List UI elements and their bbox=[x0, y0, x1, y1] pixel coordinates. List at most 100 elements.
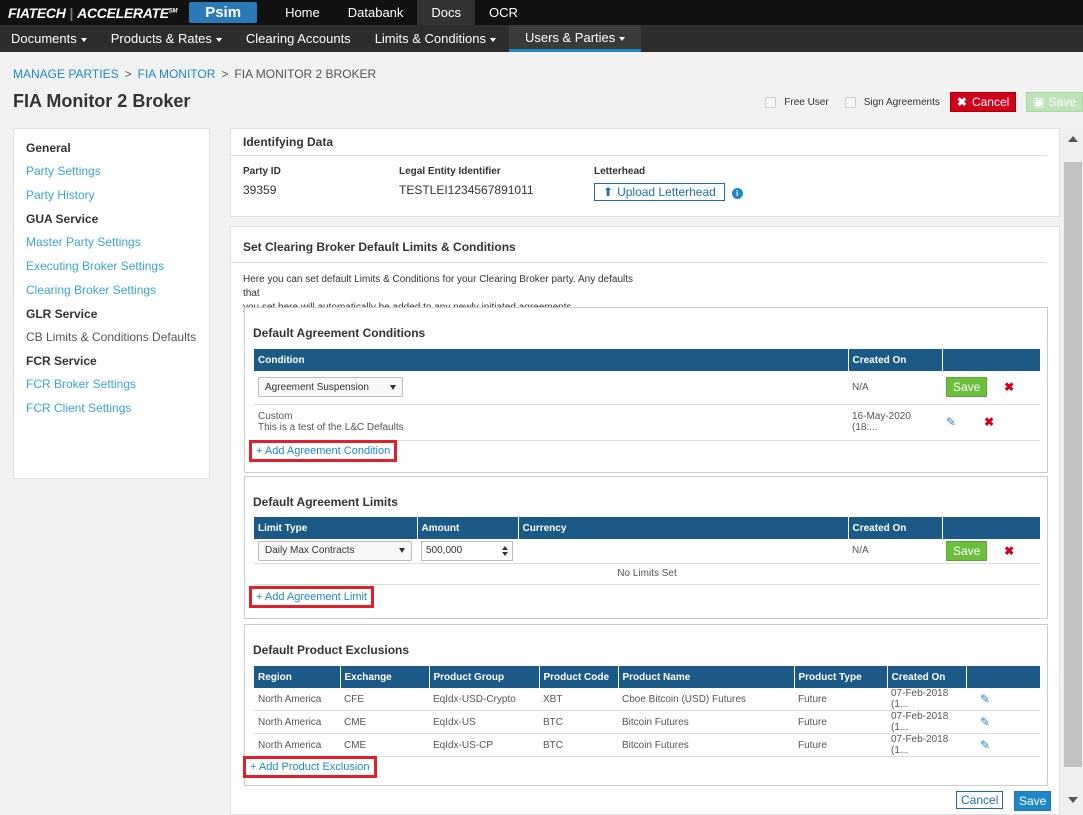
col-condition: Condition bbox=[254, 349, 849, 371]
edit-icon[interactable]: ✎ bbox=[980, 692, 990, 706]
upload-letterhead-button[interactable]: ⬆ Upload Letterhead bbox=[594, 183, 725, 201]
scroll-down-icon[interactable] bbox=[1068, 797, 1078, 803]
scroll-up-icon[interactable] bbox=[1068, 136, 1078, 142]
no-limits-message: No Limits Set bbox=[254, 563, 1040, 585]
page-scrollbar[interactable] bbox=[1063, 128, 1083, 815]
conditions-title: Default Agreement Conditions bbox=[253, 326, 426, 340]
add-agreement-limit-link[interactable]: + Add Agreement Limit bbox=[249, 586, 374, 608]
add-product-exclusion-link[interactable]: + Add Product Exclusion bbox=[243, 756, 377, 778]
nav-clearing-accounts[interactable]: Clearing Accounts bbox=[235, 25, 362, 52]
conditions-section: Default Agreement Conditions Condition C… bbox=[244, 307, 1048, 473]
arrow-up-icon[interactable] bbox=[502, 545, 508, 550]
breadcrumb-fia-monitor[interactable]: FIA MONITOR bbox=[138, 67, 216, 81]
cancel-button[interactable]: ✖ Cancel bbox=[949, 92, 1017, 112]
footer-cancel-button[interactable]: Cancel bbox=[956, 791, 1004, 809]
col-product-name: Product Name bbox=[618, 666, 795, 688]
col-created-on: Created On bbox=[848, 517, 943, 539]
sidebar-item-clearing-broker[interactable]: Clearing Broker Settings bbox=[26, 283, 209, 297]
amount-stepper[interactable]: 500,000 bbox=[421, 540, 513, 561]
fiatech-logo[interactable]: FIATECH | ACCELERATESM bbox=[0, 4, 178, 21]
chevron-down-icon bbox=[215, 37, 222, 42]
top-nav-databank[interactable]: Databank bbox=[334, 0, 418, 25]
col-created-on: Created On bbox=[848, 349, 943, 371]
sidebar-item-party-history[interactable]: Party History bbox=[26, 188, 209, 202]
sidebar-heading-general: General bbox=[26, 141, 71, 155]
letterhead-label: Letterhead bbox=[594, 166, 646, 177]
chevron-down-icon bbox=[489, 37, 496, 42]
col-product-group: Product Group bbox=[429, 666, 540, 688]
row-save-button[interactable]: Save bbox=[946, 540, 988, 561]
main-nav: Documents Products & Rates Clearing Acco… bbox=[0, 25, 1083, 52]
nav-limits-conditions[interactable]: Limits & Conditions bbox=[364, 25, 507, 52]
table-row: Daily Max Contracts 500,000 N/A Save ✖ bbox=[254, 539, 1040, 564]
save-button[interactable]: ▣ Save bbox=[1026, 92, 1083, 112]
top-nav-ocr[interactable]: OCR bbox=[475, 0, 532, 25]
sidebar-item-fcr-client[interactable]: FCR Client Settings bbox=[26, 401, 209, 415]
sidebar-heading-gua: GUA Service bbox=[26, 212, 99, 226]
defaults-panel: Set Clearing Broker Default Limits & Con… bbox=[230, 226, 1060, 815]
party-id-label: Party ID bbox=[243, 166, 281, 177]
arrow-down-icon[interactable] bbox=[502, 551, 508, 556]
top-nav: Home Databank Docs OCR bbox=[271, 0, 532, 25]
chevron-down-icon bbox=[399, 548, 405, 554]
row-save-button[interactable]: Save bbox=[946, 377, 988, 398]
breadcrumb-current: FIA MONITOR 2 BROKER bbox=[234, 67, 377, 81]
sidebar-item-fcr-broker[interactable]: FCR Broker Settings bbox=[26, 377, 209, 391]
chevron-down-icon bbox=[80, 37, 87, 42]
sidebar-item-executing-broker[interactable]: Executing Broker Settings bbox=[26, 259, 209, 273]
lei-label: Legal Entity Identifier bbox=[399, 166, 501, 177]
scroll-thumb[interactable] bbox=[1064, 162, 1082, 767]
party-id-value: 39359 bbox=[243, 183, 277, 197]
sidebar: General Party Settings Party History GUA… bbox=[13, 128, 210, 479]
col-created-on: Created On bbox=[887, 666, 967, 688]
table-row: North America CME EqIdx-US-CP BTC Bitcoin Fu… bbox=[254, 733, 1040, 757]
identifying-data-title: Identifying Data bbox=[231, 129, 1047, 156]
delete-icon[interactable]: ✖ bbox=[984, 415, 994, 429]
edit-icon[interactable]: ✎ bbox=[980, 715, 990, 729]
sidebar-item-master-party[interactable]: Master Party Settings bbox=[26, 235, 209, 249]
top-nav-home[interactable]: Home bbox=[271, 0, 334, 25]
col-amount: Amount bbox=[417, 517, 519, 539]
sign-agreements-label: Sign Agreements bbox=[863, 96, 940, 108]
save-icon: ▣ bbox=[1033, 95, 1045, 109]
nav-products-rates[interactable]: Products & Rates bbox=[100, 25, 233, 52]
defaults-title: Set Clearing Broker Default Limits & Con… bbox=[231, 227, 1047, 263]
limit-type-select[interactable]: Daily Max Contracts bbox=[258, 540, 412, 561]
sidebar-item-party-settings[interactable]: Party Settings bbox=[26, 164, 209, 178]
delete-icon[interactable]: ✖ bbox=[1004, 380, 1014, 394]
edit-icon[interactable]: ✎ bbox=[946, 415, 956, 429]
page-title: FIA Monitor 2 Broker bbox=[13, 91, 191, 111]
chevron-down-icon bbox=[390, 384, 396, 390]
col-product-code: Product Code bbox=[539, 666, 619, 688]
upload-icon: ⬆ bbox=[603, 185, 614, 199]
free-user-label: Free User bbox=[784, 96, 829, 108]
lei-value: TESTLEI1234567891011 bbox=[399, 183, 534, 197]
exclusions-table: Region Exchange Product Group Product Co… bbox=[254, 666, 1040, 757]
delete-icon[interactable]: ✖ bbox=[1004, 544, 1014, 558]
edit-icon[interactable]: ✎ bbox=[980, 738, 990, 752]
breadcrumb-manage-parties[interactable]: MANAGE PARTIES bbox=[13, 67, 119, 81]
chevron-down-icon bbox=[619, 36, 626, 41]
add-agreement-condition-link[interactable]: + Add Agreement Condition bbox=[249, 440, 398, 462]
limits-section: Default Agreement Limits Limit Type Amou… bbox=[244, 476, 1048, 619]
identifying-data-panel: Identifying Data Party ID 39359 Legal En… bbox=[230, 128, 1060, 217]
top-nav-docs[interactable]: Docs bbox=[417, 0, 476, 25]
limits-table: Limit Type Amount Currency Created On Da… bbox=[254, 517, 1040, 585]
free-user-checkbox[interactable] bbox=[765, 96, 777, 108]
nav-documents[interactable]: Documents bbox=[0, 25, 98, 52]
limits-title: Default Agreement Limits bbox=[253, 495, 398, 509]
top-bar: FIATECH | ACCELERATESM Psim Home Databank … bbox=[0, 0, 1083, 25]
footer-save-button[interactable]: Save bbox=[1014, 791, 1052, 811]
condition-text: This is a test of the L&C Defaults bbox=[258, 422, 404, 433]
sidebar-item-cb-limits[interactable]: CB Limits & Conditions Defaults bbox=[26, 330, 209, 344]
col-exchange: Exchange bbox=[340, 666, 430, 688]
condition-select[interactable]: Agreement Suspension bbox=[258, 377, 403, 398]
accelerate-logo: ACCELERATE bbox=[77, 4, 169, 21]
conditions-table: Condition Created On Agreement Suspensio… bbox=[254, 349, 1040, 441]
table-row: North America CME EqIdx-US BTC Bitcoin Futur… bbox=[254, 710, 1040, 734]
sign-agreements-checkbox[interactable] bbox=[844, 96, 856, 108]
psim-app-badge[interactable]: Psim bbox=[189, 2, 258, 23]
info-icon[interactable]: i bbox=[731, 187, 743, 199]
col-currency: Currency bbox=[518, 517, 849, 539]
nav-users-parties[interactable]: Users & Parties bbox=[508, 25, 642, 52]
